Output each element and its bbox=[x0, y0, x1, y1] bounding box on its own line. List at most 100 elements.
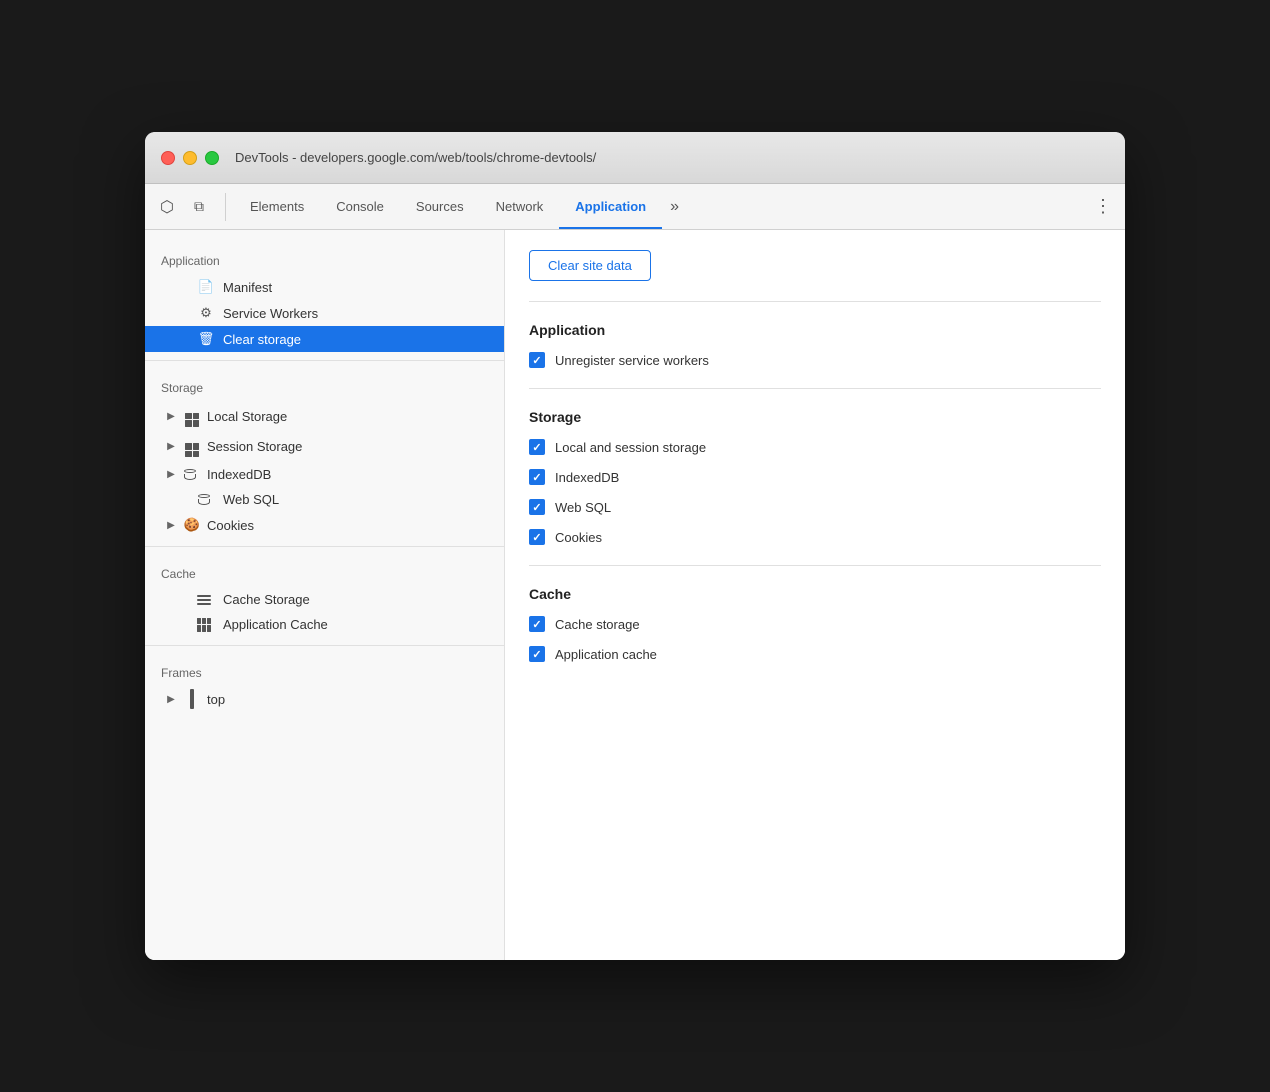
clear-storage-label: Clear storage bbox=[223, 332, 488, 347]
unregister-sw-label: Unregister service workers bbox=[555, 353, 709, 368]
cookies-arrow-icon: ▶ bbox=[165, 519, 177, 531]
session-storage-grid-icon bbox=[183, 437, 201, 458]
panel-divider-2 bbox=[529, 388, 1101, 389]
web-sql-label: Web SQL bbox=[223, 492, 488, 507]
close-button[interactable] bbox=[161, 151, 175, 165]
checkbox-cookies: ✓ Cookies bbox=[529, 529, 1101, 545]
sidebar-item-web-sql[interactable]: Web SQL bbox=[145, 487, 504, 512]
cs-spacer bbox=[177, 333, 189, 345]
inspect-icon: ⧉ bbox=[194, 198, 204, 215]
cache-storage-checkbox-label: Cache storage bbox=[555, 617, 640, 632]
application-section-label: Application bbox=[145, 242, 504, 274]
tab-sources[interactable]: Sources bbox=[400, 184, 480, 229]
app-cache-icon bbox=[197, 618, 215, 632]
checkmark-icon: ✓ bbox=[532, 501, 541, 514]
doc-icon: 📄 bbox=[197, 279, 215, 295]
cookies-label: Cookies bbox=[207, 518, 488, 533]
sw-spacer bbox=[177, 307, 189, 319]
indexeddb-cylinder-icon bbox=[183, 468, 201, 482]
checkbox-app-cache: ✓ Application cache bbox=[529, 646, 1101, 662]
indexeddb-label: IndexedDB bbox=[207, 467, 488, 482]
checkbox-local-session-storage: ✓ Local and session storage bbox=[529, 439, 1101, 455]
main-content: Application 📄 Manifest ⚙ Service Workers… bbox=[145, 230, 1125, 960]
cache-storage-label: Cache Storage bbox=[223, 592, 488, 607]
local-session-storage-label: Local and session storage bbox=[555, 440, 706, 455]
maximize-button[interactable] bbox=[205, 151, 219, 165]
toolbar-right: ⋮ bbox=[1089, 193, 1117, 221]
frames-section-label: Frames bbox=[145, 654, 504, 686]
web-sql-checkbox[interactable]: ✓ bbox=[529, 499, 545, 515]
app-cache-checkbox[interactable]: ✓ bbox=[529, 646, 545, 662]
app-cache-checkbox-label: Application cache bbox=[555, 647, 657, 662]
service-workers-label: Service Workers bbox=[223, 306, 488, 321]
session-storage-label: Session Storage bbox=[207, 439, 488, 454]
local-session-storage-checkbox[interactable]: ✓ bbox=[529, 439, 545, 455]
sidebar-item-top-frame[interactable]: ▶ top bbox=[145, 686, 504, 712]
tab-more-button[interactable]: » bbox=[662, 184, 687, 229]
cursor-icon: ⬡ bbox=[160, 197, 174, 217]
checkmark-icon: ✓ bbox=[532, 354, 541, 367]
manifest-spacer bbox=[177, 281, 189, 293]
cookies-checkbox[interactable]: ✓ bbox=[529, 529, 545, 545]
sidebar-item-local-storage[interactable]: ▶ Local Storage bbox=[145, 401, 504, 432]
checkmark-icon: ✓ bbox=[532, 471, 541, 484]
toolbar: ⬡ ⧉ Elements Console Sources Network App… bbox=[145, 184, 1125, 230]
traffic-lights bbox=[161, 151, 219, 165]
appcache-spacer bbox=[177, 619, 189, 631]
checkmark-icon: ✓ bbox=[532, 648, 541, 661]
sidebar-item-cookies[interactable]: ▶ 🍪 Cookies bbox=[145, 512, 504, 538]
checkbox-cache-storage: ✓ Cache storage bbox=[529, 616, 1101, 632]
cache-section-label: Cache bbox=[145, 555, 504, 587]
window-title: DevTools - developers.google.com/web/too… bbox=[235, 150, 596, 165]
tab-console[interactable]: Console bbox=[320, 184, 400, 229]
local-storage-label: Local Storage bbox=[207, 409, 488, 424]
menu-dots-button[interactable]: ⋮ bbox=[1089, 193, 1117, 221]
sidebar-item-manifest[interactable]: 📄 Manifest bbox=[145, 274, 504, 300]
tab-elements[interactable]: Elements bbox=[234, 184, 320, 229]
websql-icon bbox=[197, 493, 215, 507]
idb-arrow-icon: ▶ bbox=[165, 469, 177, 481]
cookies-checkbox-label: Cookies bbox=[555, 530, 602, 545]
sidebar-item-app-cache[interactable]: Application Cache bbox=[145, 612, 504, 637]
divider-1 bbox=[145, 360, 504, 361]
checkbox-unregister-sw: ✓ Unregister service workers bbox=[529, 352, 1101, 368]
panel: Clear site data Application ✓ Unregister… bbox=[505, 230, 1125, 960]
tab-application[interactable]: Application bbox=[559, 184, 662, 229]
frame-icon bbox=[183, 691, 201, 707]
panel-divider-1 bbox=[529, 301, 1101, 302]
devtools-window: DevTools - developers.google.com/web/too… bbox=[145, 132, 1125, 960]
trash-icon: 🗑 bbox=[197, 331, 215, 347]
indexeddb-checkbox[interactable]: ✓ bbox=[529, 469, 545, 485]
unregister-sw-checkbox[interactable]: ✓ bbox=[529, 352, 545, 368]
minimize-button[interactable] bbox=[183, 151, 197, 165]
toolbar-icons: ⬡ ⧉ bbox=[153, 193, 226, 221]
web-sql-checkbox-label: Web SQL bbox=[555, 500, 611, 515]
cache-storage-checkbox[interactable]: ✓ bbox=[529, 616, 545, 632]
clear-site-data-button[interactable]: Clear site data bbox=[529, 250, 651, 281]
panel-application-title: Application bbox=[529, 322, 1101, 338]
gear-icon: ⚙ bbox=[197, 305, 215, 321]
cursor-icon-button[interactable]: ⬡ bbox=[153, 193, 181, 221]
sidebar-item-cache-storage[interactable]: Cache Storage bbox=[145, 587, 504, 612]
sidebar-item-session-storage[interactable]: ▶ Session Storage bbox=[145, 432, 504, 463]
tabs: Elements Console Sources Network Applica… bbox=[234, 184, 1089, 229]
storage-section-label: Storage bbox=[145, 369, 504, 401]
checkbox-web-sql: ✓ Web SQL bbox=[529, 499, 1101, 515]
sidebar: Application 📄 Manifest ⚙ Service Workers… bbox=[145, 230, 505, 960]
tab-network[interactable]: Network bbox=[480, 184, 560, 229]
divider-2 bbox=[145, 546, 504, 547]
checkmark-icon: ✓ bbox=[532, 531, 541, 544]
checkbox-indexeddb: ✓ IndexedDB bbox=[529, 469, 1101, 485]
checkmark-icon: ✓ bbox=[532, 618, 541, 631]
app-cache-label: Application Cache bbox=[223, 617, 488, 632]
sidebar-item-indexeddb[interactable]: ▶ IndexedDB bbox=[145, 462, 504, 487]
sidebar-item-clear-storage[interactable]: 🗑 Clear storage bbox=[145, 326, 504, 352]
inspect-icon-button[interactable]: ⧉ bbox=[185, 193, 213, 221]
indexeddb-checkbox-label: IndexedDB bbox=[555, 470, 619, 485]
ls-arrow-icon: ▶ bbox=[165, 410, 177, 422]
panel-divider-3 bbox=[529, 565, 1101, 566]
sidebar-item-service-workers[interactable]: ⚙ Service Workers bbox=[145, 300, 504, 326]
ss-arrow-icon: ▶ bbox=[165, 441, 177, 453]
wsql-spacer bbox=[177, 494, 189, 506]
divider-3 bbox=[145, 645, 504, 646]
